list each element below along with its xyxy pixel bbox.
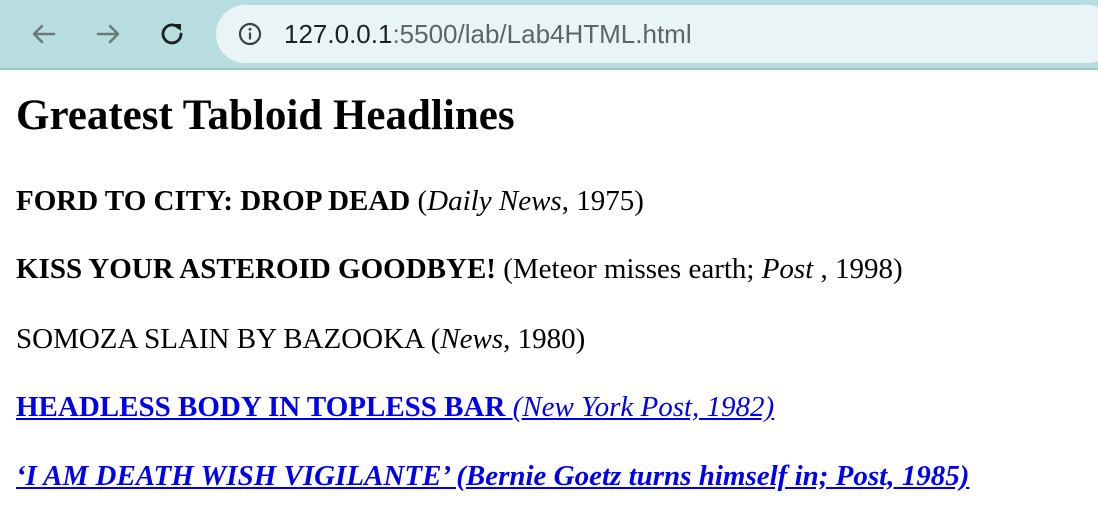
reload-button[interactable] — [154, 16, 190, 52]
headline-text: HEADLESS BODY IN TOPLESS BAR — [16, 391, 513, 423]
headline-link[interactable]: HEADLESS BODY IN TOPLESS BAR (New York P… — [16, 391, 774, 423]
headline-rest: , 1998) — [813, 253, 903, 285]
reload-icon — [161, 23, 183, 45]
url-path: :5500/lab/Lab4HTML.html — [392, 19, 692, 49]
back-button[interactable] — [26, 16, 62, 52]
headline-item: ‘I AM DEATH WISH VIGILANTE’ (Bernie Goet… — [16, 459, 969, 493]
headline-open: ( — [423, 323, 441, 355]
headline-source: (New York Post, 1982) — [512, 391, 775, 423]
url-text[interactable]: 127.0.0.1:5500/lab/Lab4HTML.html — [284, 19, 692, 49]
url-host: 127.0.0.1 — [284, 19, 393, 49]
headline-text: KISS YOUR ASTEROID GOODBYE! — [16, 253, 496, 285]
address-bar[interactable]: 127.0.0.1:5500/lab/Lab4HTML.html — [216, 5, 1098, 63]
headline-source: Post — [761, 253, 814, 285]
headline-source: Daily News — [427, 185, 562, 217]
browser-toolbar: 127.0.0.1:5500/lab/Lab4HTML.html — [0, 0, 1098, 70]
headline-item: FORD TO CITY: DROP DEAD (Daily News, 197… — [16, 184, 644, 218]
back-arrow-icon — [32, 24, 56, 44]
headline-item: HEADLESS BODY IN TOPLESS BAR (New York P… — [16, 390, 774, 424]
headline-open: ( — [410, 185, 428, 217]
headline-text: FORD TO CITY: DROP DEAD — [16, 185, 411, 217]
headline-rest: , 1975) — [561, 185, 644, 217]
headline-open: (Meteor misses earth; — [495, 253, 762, 285]
page-title: Greatest Tabloid Headlines — [16, 92, 515, 139]
headline-rest: , 1980) — [503, 323, 586, 355]
headline-source: News — [440, 323, 504, 355]
headline-item: KISS YOUR ASTEROID GOODBYE! (Meteor miss… — [16, 252, 903, 286]
info-icon[interactable] — [238, 22, 262, 46]
headline-item: SOMOZA SLAIN BY BAZOOKA (News, 1980) — [16, 322, 585, 356]
headline-link[interactable]: ‘I AM DEATH WISH VIGILANTE’ (Bernie Goet… — [16, 460, 969, 492]
headline-text: SOMOZA SLAIN BY BAZOOKA — [16, 323, 424, 355]
forward-button[interactable] — [90, 16, 126, 52]
forward-arrow-icon — [96, 24, 120, 44]
